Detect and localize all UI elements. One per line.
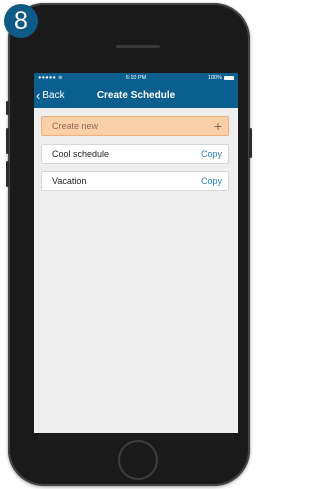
volume-up-button bbox=[6, 128, 9, 154]
power-button bbox=[249, 128, 252, 158]
battery-icon bbox=[224, 76, 234, 80]
volume-down-button bbox=[6, 161, 9, 187]
status-bar: ●●●●● ≋ 6:10 PM 100% bbox=[34, 73, 238, 84]
mute-switch bbox=[6, 101, 9, 115]
schedule-row-cool-schedule: Cool schedule Copy bbox=[41, 144, 229, 164]
plus-icon: + bbox=[213, 118, 222, 134]
page-title: Create Schedule bbox=[96, 90, 176, 101]
home-button[interactable] bbox=[118, 440, 158, 480]
copy-button[interactable]: Copy bbox=[201, 176, 222, 186]
step-number-badge: 8 bbox=[4, 4, 38, 38]
battery-percent: 100% bbox=[207, 75, 222, 81]
schedule-name: Vacation bbox=[52, 176, 87, 186]
create-new-label: Create new bbox=[52, 121, 99, 131]
earpiece-speaker bbox=[116, 45, 160, 48]
schedule-name: Cool schedule bbox=[52, 149, 110, 159]
copy-button[interactable]: Copy bbox=[201, 149, 222, 159]
navigation-bar: ‹ Back Create Schedule bbox=[34, 84, 238, 108]
schedule-row-vacation: Vacation Copy bbox=[41, 171, 229, 191]
battery-indicator: 100% bbox=[208, 75, 234, 81]
phone-screen: ●●●●● ≋ 6:10 PM 100% ‹ Back Create Sched… bbox=[34, 73, 238, 433]
create-new-button[interactable]: Create new + bbox=[41, 116, 229, 136]
